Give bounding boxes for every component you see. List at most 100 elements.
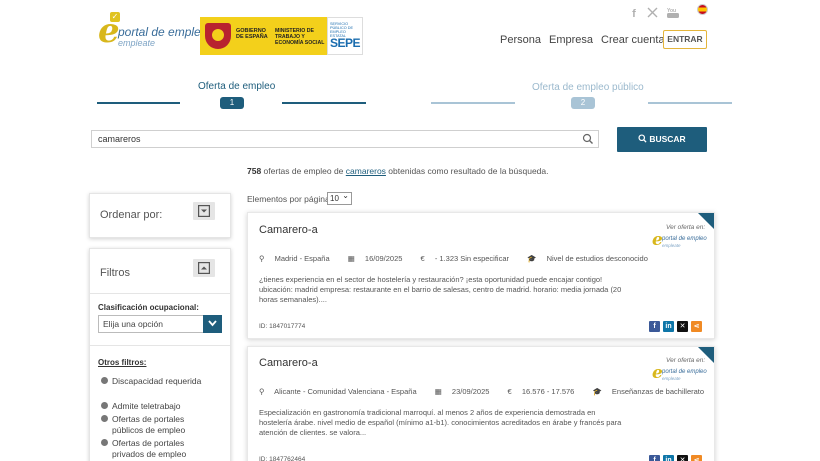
filter-radio-teletrabajo[interactable] bbox=[101, 402, 108, 409]
site-header: e ✓ portal de empleo empleate GOBIERNO D… bbox=[0, 0, 820, 66]
filters-divider bbox=[90, 293, 231, 294]
step-1-line-left bbox=[97, 102, 180, 104]
source-logo-subtitle: empleate bbox=[662, 243, 681, 248]
job-date: ▦ 16/09/2025 bbox=[348, 254, 411, 263]
x-share-icon[interactable]: ✕ bbox=[677, 455, 688, 461]
job-salary: € - 1.323 Sin especificar bbox=[421, 254, 517, 263]
nav-crear-cuenta[interactable]: Crear cuenta bbox=[601, 34, 665, 46]
youtube-icon[interactable]: You bbox=[667, 7, 679, 21]
job-education-text: Enseñanzas de bachillerato bbox=[611, 387, 705, 396]
select-arrow[interactable] bbox=[203, 315, 222, 333]
result-text-after: obtenidas como resultado de la búsqueda. bbox=[385, 166, 549, 176]
euro-icon: € bbox=[507, 387, 512, 396]
step-1-line-right bbox=[282, 102, 366, 104]
share-icon[interactable]: ⋖ bbox=[691, 455, 702, 461]
filters-card: Filtros Clasificación ocupacional: Elija… bbox=[89, 248, 231, 461]
coat-of-arms-icon bbox=[205, 23, 231, 49]
chevron-down-icon bbox=[208, 320, 217, 327]
filter-teletrabajo[interactable]: Admite teletrabajo bbox=[112, 401, 217, 412]
logo-title: portal de empleo bbox=[118, 25, 208, 39]
calendar-icon: ▦ bbox=[434, 387, 442, 396]
sort-card: Ordenar por: bbox=[89, 193, 231, 238]
job-education: 🎓 Enseñanzas de bachillerato bbox=[592, 387, 712, 396]
entrar-button[interactable]: ENTRAR bbox=[663, 30, 707, 49]
calendar-icon: ▦ bbox=[347, 254, 355, 263]
gobierno-logo[interactable]: GOBIERNO DE ESPAÑA MINISTERIO DE TRABAJO… bbox=[200, 17, 327, 55]
job-location-text: Madrid - España bbox=[274, 254, 330, 263]
result-text-before: ofertas de empleo de bbox=[261, 166, 346, 176]
job-description: Especialización en gastronomía tradicion… bbox=[259, 408, 622, 437]
job-salary-text: - 1.323 Sin especificar bbox=[434, 254, 510, 263]
source-logo[interactable]: e portal de empleo empleate bbox=[652, 363, 708, 387]
job-card[interactable]: Camarero-a ⚲ Alicante - Comunidad Valenc… bbox=[247, 346, 715, 461]
facebook-share-icon[interactable]: f bbox=[649, 455, 660, 461]
search-box bbox=[91, 130, 599, 148]
filter-discapacidad[interactable]: Discapacidad requerida bbox=[112, 376, 217, 387]
job-salary-text: 16.576 - 17.576 bbox=[521, 387, 575, 396]
filter-radio-discapacidad[interactable] bbox=[101, 377, 108, 384]
step-1-badge[interactable]: 1 bbox=[220, 97, 244, 109]
job-title[interactable]: Camarero-a bbox=[259, 224, 318, 236]
nav-empresa[interactable]: Empresa bbox=[549, 34, 593, 46]
per-page-select[interactable]: 10 bbox=[327, 190, 352, 205]
step-2-line-left bbox=[431, 102, 515, 104]
filter-portales-privados[interactable]: Ofertas de portales privados de empleo bbox=[112, 438, 217, 460]
classification-label: Clasificación ocupacional: bbox=[98, 303, 199, 312]
tab-oferta-empleo-publico[interactable]: Oferta de empleo público bbox=[532, 82, 644, 93]
result-keyword-link[interactable]: camareros bbox=[346, 166, 386, 176]
x-share-icon[interactable]: ✕ bbox=[677, 321, 688, 332]
job-title[interactable]: Camarero-a bbox=[259, 357, 318, 369]
facebook-share-icon[interactable]: f bbox=[649, 321, 660, 332]
step-2-badge[interactable]: 2 bbox=[571, 97, 595, 109]
logo-subtitle: empleate bbox=[118, 38, 156, 48]
classification-select-value: Elija una opción bbox=[103, 319, 164, 329]
location-pin-icon: ⚲ bbox=[259, 387, 265, 396]
filter-portales-publicos[interactable]: Ofertas de portales públicos de empleo bbox=[112, 414, 217, 436]
share-icon[interactable]: ⋖ bbox=[691, 321, 702, 332]
ver-oferta-label: Ver oferta en: bbox=[666, 357, 706, 364]
sepe-big-text: SEPE bbox=[330, 36, 361, 50]
filter-radio-portales-privados[interactable] bbox=[101, 439, 108, 446]
portal-empleo-logo[interactable]: e ✓ portal de empleo empleate bbox=[98, 12, 207, 52]
filter-radio-portales-publicos[interactable] bbox=[101, 415, 108, 422]
ministry-text: MINISTERIO DE TRABAJO Y ECONOMÍA SOCIAL bbox=[275, 28, 325, 46]
buscar-search-icon bbox=[638, 134, 647, 143]
classification-select[interactable]: Elija una opción bbox=[98, 315, 222, 333]
job-id: ID: 1847762464 bbox=[259, 456, 306, 461]
job-salary: € 16.576 - 17.576 bbox=[508, 387, 583, 396]
chevron-down-square-icon bbox=[198, 205, 210, 217]
result-count-number: 758 bbox=[247, 166, 262, 176]
job-date: ▦ 23/09/2025 bbox=[435, 387, 498, 396]
filters-label: Filtros bbox=[100, 267, 130, 279]
linkedin-share-icon[interactable]: in bbox=[663, 455, 674, 461]
nav-persona[interactable]: Persona bbox=[500, 34, 541, 46]
job-meta: ⚲ Alicante - Comunidad Valenciana - Espa… bbox=[259, 387, 714, 396]
search-input[interactable] bbox=[98, 132, 568, 146]
linkedin-share-icon[interactable]: in bbox=[663, 321, 674, 332]
euro-icon: € bbox=[420, 254, 425, 263]
buscar-button[interactable]: BUSCAR bbox=[617, 127, 707, 152]
job-location: ⚲ Madrid - España bbox=[259, 254, 338, 263]
facebook-icon[interactable]: f bbox=[628, 7, 640, 21]
buscar-label: BUSCAR bbox=[649, 134, 686, 144]
job-date-text: 16/09/2025 bbox=[364, 254, 403, 263]
chevron-up-square-icon bbox=[198, 262, 210, 274]
sepe-logo[interactable]: SERVICIO PÚBLICO DE EMPLEO ESTATAL SEPE bbox=[327, 17, 363, 55]
job-location: ⚲ Alicante - Comunidad Valenciana - Espa… bbox=[259, 387, 425, 396]
gov-text: GOBIERNO DE ESPAÑA bbox=[236, 28, 268, 40]
source-logo-title: portal de empleo bbox=[662, 369, 707, 375]
spain-flag-icon[interactable] bbox=[697, 4, 708, 15]
sort-label: Ordenar por: bbox=[100, 209, 163, 221]
job-location-text: Alicante - Comunidad Valenciana - España bbox=[274, 387, 417, 396]
job-card[interactable]: Camarero-a ⚲ Madrid - España ▦ 16/09/202… bbox=[247, 212, 715, 339]
x-icon[interactable] bbox=[646, 7, 658, 21]
search-icon[interactable] bbox=[582, 133, 594, 145]
job-description: ¿tienes experiencia en el sector de host… bbox=[259, 275, 622, 304]
tab-oferta-empleo[interactable]: Oferta de empleo bbox=[198, 81, 275, 92]
source-logo[interactable]: e portal de empleo empleate bbox=[652, 230, 708, 254]
sort-toggle-button[interactable] bbox=[193, 202, 215, 220]
location-pin-icon: ⚲ bbox=[259, 254, 265, 263]
job-education-text: Nivel de estudios desconocido bbox=[546, 254, 648, 263]
logo-check-icon: ✓ bbox=[110, 12, 120, 22]
filters-toggle-button[interactable] bbox=[193, 259, 215, 277]
